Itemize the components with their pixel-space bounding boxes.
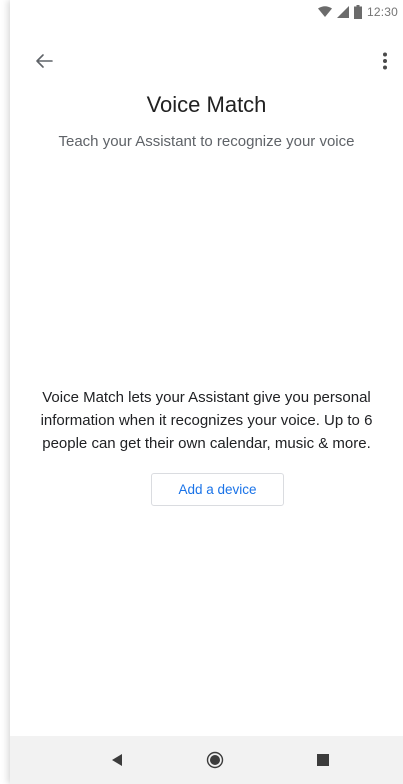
nav-home-button[interactable] bbox=[201, 746, 229, 774]
navigation-bar bbox=[10, 736, 403, 784]
page-subtitle: Teach your Assistant to recognize your v… bbox=[58, 133, 355, 150]
status-bar: 12:30 bbox=[10, 0, 403, 24]
cellular-signal-icon bbox=[336, 6, 349, 18]
phone-screen: 12:30 Voice Match Teach your Assistant t… bbox=[10, 0, 403, 784]
voice-match-description: Voice Match lets your Assistant give you… bbox=[40, 389, 373, 452]
toolbar bbox=[10, 44, 403, 78]
add-device-button[interactable]: Add a device bbox=[151, 473, 284, 506]
nav-recents-button[interactable] bbox=[309, 746, 337, 774]
nav-back-button[interactable] bbox=[103, 746, 131, 774]
status-icons: 12:30 bbox=[317, 4, 398, 20]
page-title: Voice Match bbox=[146, 92, 267, 117]
arrow-back-icon bbox=[36, 54, 53, 68]
nav-back-icon bbox=[112, 754, 122, 766]
more-options-button[interactable] bbox=[373, 48, 397, 74]
nav-home-icon bbox=[206, 751, 224, 769]
wifi-icon bbox=[317, 6, 332, 17]
nav-recents-icon bbox=[317, 754, 329, 766]
more-vertical-icon bbox=[383, 52, 387, 70]
status-time: 12:30 bbox=[366, 5, 398, 19]
back-button[interactable] bbox=[32, 49, 56, 73]
battery-icon bbox=[353, 5, 362, 19]
